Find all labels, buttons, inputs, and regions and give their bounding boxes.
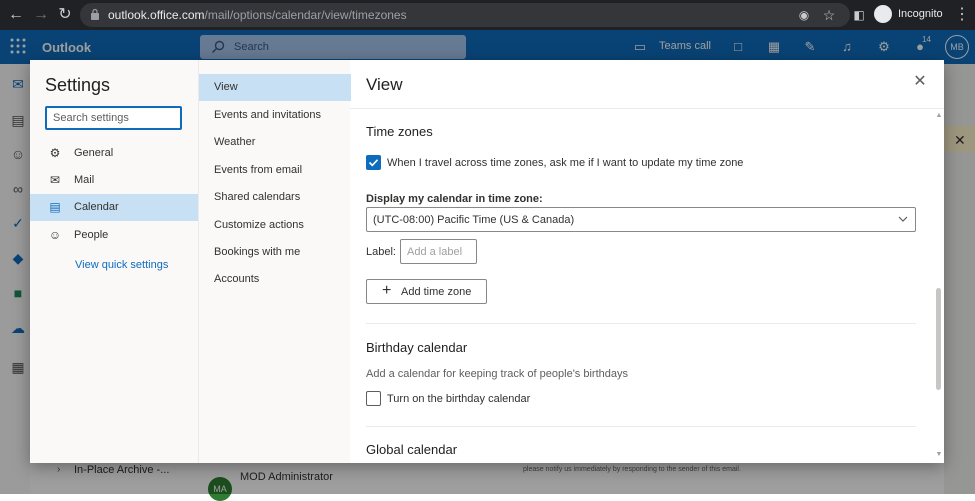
time-zone-value: (UTC-08:00) Pacific Time (US & Canada): [373, 214, 575, 226]
settings-title: Settings: [45, 75, 111, 95]
calendar-icon: ▤: [49, 200, 61, 214]
birthday-calendar-description: Add a calendar for keeping track of peop…: [366, 368, 628, 380]
subnav-customize-actions[interactable]: Customize actions: [199, 212, 351, 239]
mail-icon: ✉: [49, 173, 61, 187]
reload-icon[interactable]: ↻: [55, 5, 75, 25]
scroll-down-icon[interactable]: ▼: [934, 451, 944, 459]
address-bar[interactable]: outlook.office.com/mail/options/calendar…: [80, 3, 850, 27]
label-field-label: Label:: [366, 246, 396, 258]
subnav-events-invitations[interactable]: Events and invitations: [199, 102, 351, 129]
lock-icon: [91, 8, 99, 20]
scroll-up-icon[interactable]: ▲: [934, 112, 944, 120]
sidebar-toggle-icon[interactable]: ◧: [849, 5, 869, 25]
view-settings-panel: Time zones When I travel across time zon…: [350, 109, 944, 463]
subnav-shared-calendars[interactable]: Shared calendars: [199, 184, 351, 211]
subnav-bookings[interactable]: Bookings with me: [199, 239, 351, 266]
gear-icon: ⚙: [49, 146, 61, 160]
travel-prompt-checkbox[interactable]: [366, 155, 381, 170]
people-icon: ☺: [48, 228, 62, 242]
birthday-calendar-checkbox[interactable]: [366, 391, 381, 406]
back-icon[interactable]: ←: [6, 5, 26, 25]
category-general[interactable]: ⚙ General: [30, 140, 198, 167]
page-title: View: [366, 75, 403, 94]
time-zone-select[interactable]: (UTC-08:00) Pacific Time (US & Canada): [366, 207, 916, 232]
chevron-down-icon: [898, 216, 908, 222]
time-zones-heading: Time zones: [366, 124, 433, 139]
subnav-weather[interactable]: Weather: [199, 129, 351, 156]
birthday-calendar-label: Turn on the birthday calendar: [387, 393, 531, 405]
star-icon[interactable]: ☆: [819, 5, 839, 25]
category-calendar[interactable]: ▤ Calendar: [30, 194, 198, 221]
plus-icon: +: [382, 282, 392, 299]
url-text: outlook.office.com/mail/options/calendar…: [108, 8, 407, 22]
checkmark-icon: [368, 159, 379, 167]
browser-toolbar: ← → ↻ outlook.office.com/mail/options/ca…: [0, 0, 975, 30]
subnav-accounts[interactable]: Accounts: [199, 266, 351, 293]
more-vert-icon[interactable]: ⋮: [952, 5, 972, 25]
settings-dialog: Settings ⚙ General ✉ Mail ▤ Calendar ☺ P…: [30, 60, 944, 463]
scrollbar[interactable]: [934, 109, 944, 463]
add-time-zone-button[interactable]: + Add time zone: [366, 279, 487, 304]
view-quick-settings-link[interactable]: View quick settings: [75, 259, 168, 271]
subnav-view[interactable]: View: [199, 74, 351, 101]
category-mail[interactable]: ✉ Mail: [30, 167, 198, 194]
eye-off-icon[interactable]: ◉: [794, 5, 814, 25]
birthday-calendar-heading: Birthday calendar: [366, 340, 468, 355]
incognito-icon: [874, 5, 892, 23]
category-people[interactable]: ☺ People: [30, 222, 198, 249]
travel-prompt-label: When I travel across time zones, ask me …: [387, 157, 744, 169]
section-divider: [366, 426, 916, 427]
search-settings-input[interactable]: [45, 106, 182, 130]
subnav-events-from-email[interactable]: Events from email: [199, 157, 351, 184]
settings-categories: Settings ⚙ General ✉ Mail ▤ Calendar ☺ P…: [30, 60, 198, 463]
forward-icon[interactable]: →: [31, 5, 51, 25]
global-calendar-heading: Global calendar: [366, 442, 458, 457]
close-icon[interactable]: ✕: [912, 74, 928, 90]
calendar-subnav: View Events and invitations Weather Even…: [198, 60, 351, 463]
time-zone-field-label: Display my calendar in time zone:: [366, 193, 543, 205]
label-input[interactable]: [400, 239, 477, 264]
scrollbar-thumb[interactable]: [936, 288, 941, 390]
section-divider: [366, 323, 916, 324]
